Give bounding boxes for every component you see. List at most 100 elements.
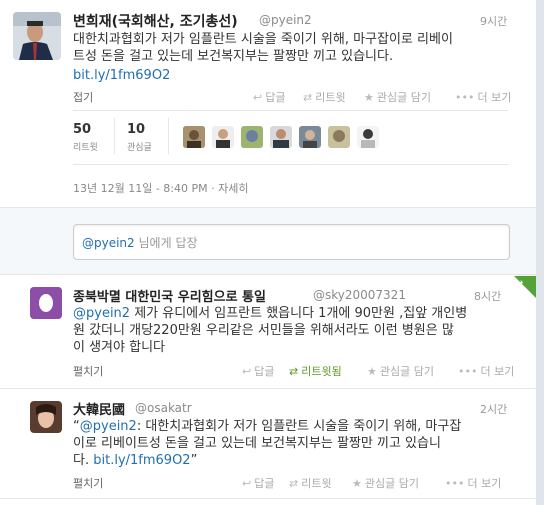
tweet-text-segment: 제가 유디에서 임프란트 했읍니다 1개에 90만원 ,집앞 개인병 [130,306,468,321]
tweet-text: @pyein2 제가 유디에서 임프란트 했읍니다 1개에 90만원 ,집앞 개… [73,305,528,356]
stats-divider [114,118,115,154]
open-quote: “ [73,419,80,434]
divider [73,110,508,111]
reply-label: 답글 [254,365,275,378]
retweet-action[interactable]: ⇄ 리트윗 [289,475,332,491]
retweeter-avatar[interactable] [183,126,205,148]
tweet-link[interactable]: bit.ly/1fm69O2 [73,67,170,84]
tweet-text-line: 원 갔더니 개당220만원 우리같은 서민들을 위해서라도 이런 병원은 많 [73,323,454,338]
timestamp-text[interactable]: 13년 12월 11일 - 8:40 PM [73,182,208,195]
author-handle[interactable]: @osakatr [135,401,192,415]
favorite-count[interactable]: 10 관심글 [127,122,152,153]
retweeter-avatar[interactable] [328,126,350,148]
reply-action[interactable]: ↩ 답글 [242,475,274,491]
retweet-action[interactable]: ⇄ 리트윗 [303,89,346,105]
retweeter-avatar[interactable] [270,126,292,148]
more-icon: ••• [455,90,475,104]
star-icon: ★ [364,90,374,104]
tweet-text-line: @pyein2 제가 유디에서 임프란트 했읍니다 1개에 90만원 ,집앞 개… [73,305,528,322]
panel-edge [536,0,544,505]
tweet-time[interactable]: 8시간 [474,288,501,304]
retweet-count-label: 리트윗 [73,143,98,153]
tweet-time[interactable]: 9시간 [480,13,507,29]
tweet-text-line: 이로 리베이트성 돈을 걸고 있는데 보건복지부는 팔짱만 끼고 있습니 [73,436,441,451]
more-label: 더 보기 [480,365,515,378]
retweeter-avatar[interactable] [241,126,263,148]
divider [73,164,508,165]
retweeted-label: 리트윗됨 [301,365,342,378]
retweet-icon: ⇄ [289,476,299,490]
expand-link[interactable]: 펼치기 [73,363,103,379]
retweet-icon: ⇄ [289,364,299,378]
reply-icon: ↩ [242,476,252,490]
tweet-link[interactable]: bit.ly/1fm69O2 [93,453,190,468]
favorite-count-value: 10 [127,122,146,137]
retweet-icon: ⇄ [303,90,313,104]
favorite-action[interactable]: ★ 관심글 담기 [364,89,431,105]
favorite-label: 관심글 담기 [364,477,419,490]
reply-label: 답글 [265,91,286,104]
tweet-time[interactable]: 2시간 [480,401,507,417]
more-action[interactable]: ••• 더 보기 [458,363,514,379]
reply-icon: ↩ [253,90,263,104]
reply-action[interactable]: ↩ 답글 [242,363,274,379]
author-name[interactable]: 변희재(국회해산, 조기총선) [73,11,238,31]
reply-mention: @pyein2 [82,236,135,250]
reply-placeholder-text: 님에게 답장 [138,236,198,250]
details-link[interactable]: 자세히 [218,182,248,195]
retweeter-avatar[interactable] [212,126,234,148]
reply-label: 답글 [254,477,275,490]
retweet-label: 리트윗 [301,477,332,490]
tweet-text-segment: 다. [73,453,94,468]
avatar[interactable] [30,287,62,319]
tweet-text-line: 트성 돈을 걸고 있는데 보건복지부는 팔짱만 끼고 있습니다. [73,49,394,64]
favorite-count-label: 관심글 [127,143,152,153]
author-handle[interactable]: @sky20007321 [313,288,406,302]
tweet-text-line: 이 생겨야 합니다 [73,340,165,355]
retweet-label: 리트윗 [315,91,346,104]
reply-action[interactable]: ↩ 답글 [253,89,285,105]
reply-icon: ↩ [242,364,252,378]
mention-link[interactable]: @pyein2 [73,306,130,321]
retweeter-avatar[interactable] [357,126,379,148]
avatar[interactable] [30,401,62,433]
stats-divider [168,118,169,154]
favorite-action[interactable]: ★ 관심글 담기 [367,363,434,379]
reply-placeholder: @pyein2 님에게 답장 [82,234,198,251]
favorite-action[interactable]: ★ 관심글 담기 [352,475,419,491]
author-name[interactable]: 종북박멸 대한민국 우리힘으로 통일 [73,286,266,305]
author-name[interactable]: 大韓民國 [73,399,125,418]
divider [0,498,536,499]
divider [0,388,536,389]
more-label: 더 보기 [467,477,502,490]
more-label: 더 보기 [477,91,512,104]
star-icon: ★ [367,364,377,378]
author-handle[interactable]: @pyein2 [259,13,312,27]
star-icon: ★ [352,476,362,490]
tweet-text: “@pyein2: 대한치과협회가 저가 임플란트 시술을 죽이기 위해, 마구… [73,418,528,469]
avatar[interactable] [13,12,61,60]
tweet-text-segment: : 대한치과협회가 저가 임플란트 시술을 죽이기 위해, 마구잡 [136,419,462,434]
mention-link[interactable]: @pyein2 [80,419,137,434]
tweet-text-line: “@pyein2: 대한치과협회가 저가 임플란트 시술을 죽이기 위해, 마구… [73,418,528,435]
retweeted-action[interactable]: ⇄ 리트윗됨 [289,363,342,379]
more-icon: ••• [458,364,478,378]
collapse-link[interactable]: 접기 [73,89,93,105]
reply-input[interactable]: @pyein2 님에게 답장 [73,224,510,260]
expand-link[interactable]: 펼치기 [73,475,103,491]
divider [0,274,536,275]
retweet-icon: ⇄ [515,279,524,290]
more-action[interactable]: ••• 더 보기 [455,89,511,105]
favorite-label: 관심글 담기 [376,91,431,104]
retweet-count-value: 50 [73,122,92,137]
close-quote: ” [190,453,198,468]
tweet-text-line: 대한치과협회가 저가 임플란트 시술을 죽이기 위해, 마구잡이로 리베이 [73,32,453,47]
tweet-text-line: 다. bit.ly/1fm69O2” [73,452,528,469]
tweet-text: 대한치과협회가 저가 임플란트 시술을 죽이기 위해, 마구잡이로 리베이 트성… [73,31,528,65]
more-icon: ••• [445,476,465,490]
retweeter-avatar[interactable] [299,126,321,148]
more-action[interactable]: ••• 더 보기 [445,475,501,491]
tweet-timestamp: 13년 12월 11일 - 8:40 PM · 자세히 [73,180,249,196]
favorite-label: 관심글 담기 [379,365,434,378]
retweet-count[interactable]: 50 리트윗 [73,122,98,153]
